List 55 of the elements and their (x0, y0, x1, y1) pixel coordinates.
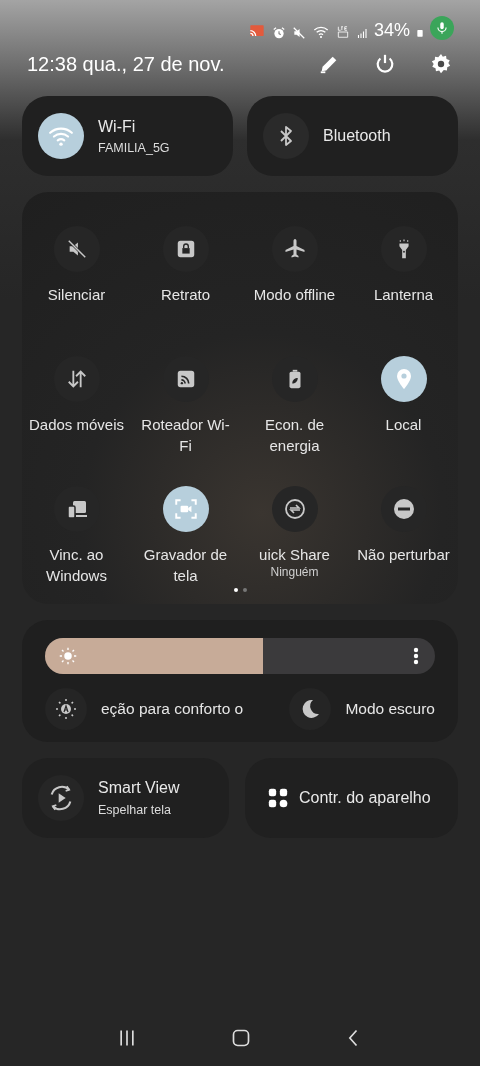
option-label: Modo escuro (345, 700, 435, 718)
mute-icon (291, 26, 306, 40)
alarm-icon (271, 26, 286, 40)
power-icon (374, 53, 396, 75)
mute-icon (65, 238, 88, 260)
video-frame-icon (172, 496, 199, 522)
home-icon (231, 1028, 251, 1048)
brightness-slider[interactable] (45, 638, 435, 674)
toggle-button[interactable] (38, 113, 84, 159)
tile-label: Silenciar (46, 285, 107, 305)
tile-label: Roteador Wi-Fi (140, 415, 231, 456)
sun-icon (59, 647, 77, 665)
tile-title: Smart View (98, 779, 180, 797)
tile-title: Contr. do aparelho (299, 789, 431, 807)
tile-label: Local (384, 415, 423, 435)
tile-label: Lanterna (372, 285, 435, 305)
tile-label: Vinc. ao Windows (45, 545, 108, 586)
grid-icon (267, 787, 289, 809)
tile-label: Gravador de tela (142, 545, 229, 586)
battery-percent: 34% (373, 20, 410, 40)
toggle-button[interactable] (45, 688, 87, 730)
more-icon (413, 647, 419, 665)
sun-a-icon (54, 697, 78, 721)
wifi-icon (311, 24, 330, 40)
settings-icon (430, 53, 452, 75)
up-down-arrows-icon (65, 368, 88, 390)
minus-circle-icon (391, 497, 416, 521)
quick-tile[interactable]: Wi-Fi FAMILIA_5G (22, 96, 233, 176)
tile-title: Bluetooth (323, 127, 391, 145)
tile-title: Wi-Fi (98, 117, 137, 136)
microphone-icon (435, 20, 449, 36)
toggle-button[interactable] (162, 486, 209, 532)
page-dot[interactable] (233, 588, 238, 592)
page-dot[interactable] (242, 588, 247, 592)
tile-label: Dados móveis (27, 415, 125, 435)
tile-label: uick Share (258, 545, 331, 565)
quick-tile[interactable]: Bluetooth (247, 96, 458, 176)
tile-label: Modo offline (252, 285, 337, 305)
toggle-button[interactable] (263, 113, 309, 159)
toggle-button[interactable] (289, 688, 332, 730)
tile-subtitle: FAMILIA_5G (98, 140, 170, 155)
signal-icon (355, 26, 368, 40)
option-label: eção para conforto o (101, 700, 244, 718)
lte-icon (335, 24, 350, 40)
tile-sublabel: Ninguém (270, 565, 319, 579)
tile-label: Retrato (159, 285, 212, 305)
quick-tile[interactable]: Smart View Espelhar tela (22, 758, 229, 838)
toggle-button[interactable] (380, 356, 427, 402)
tile-label: Econ. de energia (263, 415, 326, 456)
sync-icon (282, 497, 307, 521)
toggle-button[interactable] (271, 486, 318, 532)
time-date: 12:38 qua., 27 de nov. (27, 52, 225, 76)
tile-label: Não perturbar (356, 545, 451, 565)
quick-tile[interactable]: Contr. do aparelho (245, 758, 458, 838)
tile-subtitle: Espelhar tela (98, 803, 172, 817)
